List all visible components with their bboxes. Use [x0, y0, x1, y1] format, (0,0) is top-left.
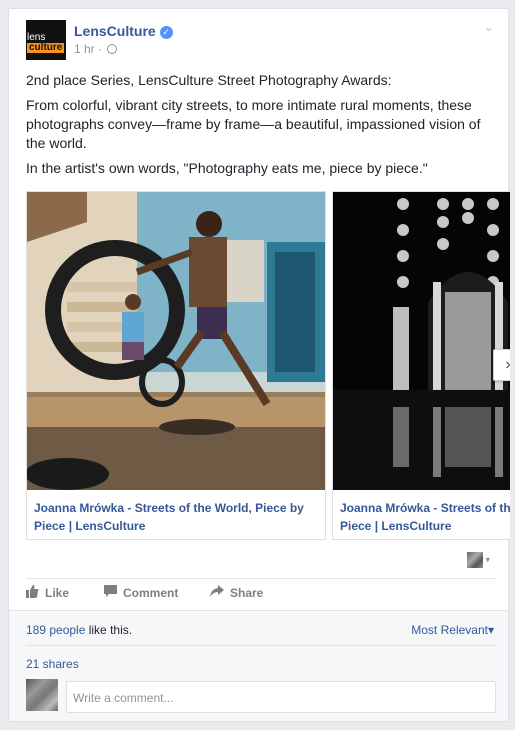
comment-button[interactable]: Comment [104, 585, 178, 600]
post-actions: Like Comment Share [26, 585, 495, 607]
page-name-header: LensCulture ✓ [74, 23, 173, 39]
link-carousel: Joanna Mrówka - Streets of the World, Pi… [26, 191, 510, 541]
feedback-divider [26, 645, 496, 646]
like-button[interactable]: Like [26, 585, 69, 601]
sort-caret-icon: ▾ [487, 623, 494, 637]
share-label: Share [230, 585, 264, 600]
likes-count-link[interactable]: 189 people [26, 623, 85, 637]
actor-caret-icon: ▾ [485, 554, 490, 565]
post-text: 2nd place Series, LensCulture Street Pho… [26, 71, 496, 184]
carousel-next-chevron-icon[interactable]: › [493, 349, 510, 381]
post-paragraph: 2nd place Series, LensCulture Street Pho… [26, 72, 392, 88]
post-meta: 1 hr · [74, 42, 118, 56]
actor-selector[interactable]: ▾ [466, 552, 490, 568]
like-label: Like [45, 586, 70, 600]
shares-count-link[interactable]: 21 shares [26, 657, 79, 671]
sort-label: Most Relevant [411, 623, 488, 637]
page-name-link[interactable]: LensCulture [74, 23, 156, 39]
actions-divider [26, 578, 495, 579]
comment-input[interactable]: Write a comment... [66, 681, 496, 713]
avatar [26, 679, 58, 711]
card-caption-link[interactable]: Joanna Mrówka - Streets of the World, Pi… [340, 499, 510, 535]
post-paragraph: From colorful, vibrant city streets, to … [26, 97, 481, 151]
share-arrow-icon [210, 585, 224, 600]
thumbs-up-icon [26, 585, 39, 601]
post-paragraph: In the artist's own words, "Photography … [26, 160, 428, 176]
actor-avatar [466, 552, 483, 568]
carousel-card[interactable]: Joanna Mrówka - Streets of the World, Pi… [332, 191, 510, 540]
timestamp-link[interactable]: 1 hr [74, 42, 95, 56]
card-caption-link[interactable]: Joanna Mrówka - Streets of the World, Pi… [34, 499, 319, 535]
mosque-arch-reflection-photo[interactable] [333, 192, 510, 490]
boy-jumping-through-tire-photo[interactable] [27, 192, 325, 490]
likes-suffix: like this. [85, 623, 133, 637]
comment-label: Comment [123, 585, 179, 600]
page-avatar-logo[interactable]: lens culture [26, 20, 66, 60]
likes-summary: 189 people like this. [26, 623, 132, 637]
feedback-section: 189 people like this. Most Relevant▾ 21 … [9, 610, 508, 721]
globe-icon [107, 44, 118, 54]
meta-separator: · [98, 42, 103, 56]
post-options-chevron-icon[interactable]: ⌄ [483, 19, 494, 35]
comment-sort-dropdown[interactable]: Most Relevant▾ [411, 623, 494, 637]
verified-badge-icon: ✓ [159, 26, 173, 39]
carousel-card[interactable]: Joanna Mrówka - Streets of the World, Pi… [26, 191, 326, 540]
feed-post: lens culture LensCulture ✓ 1 hr · ⌄ 2nd p… [8, 8, 510, 722]
comment-bubble-icon [104, 585, 117, 600]
logo-line-2: culture [27, 42, 65, 53]
share-button[interactable]: Share [210, 585, 263, 600]
